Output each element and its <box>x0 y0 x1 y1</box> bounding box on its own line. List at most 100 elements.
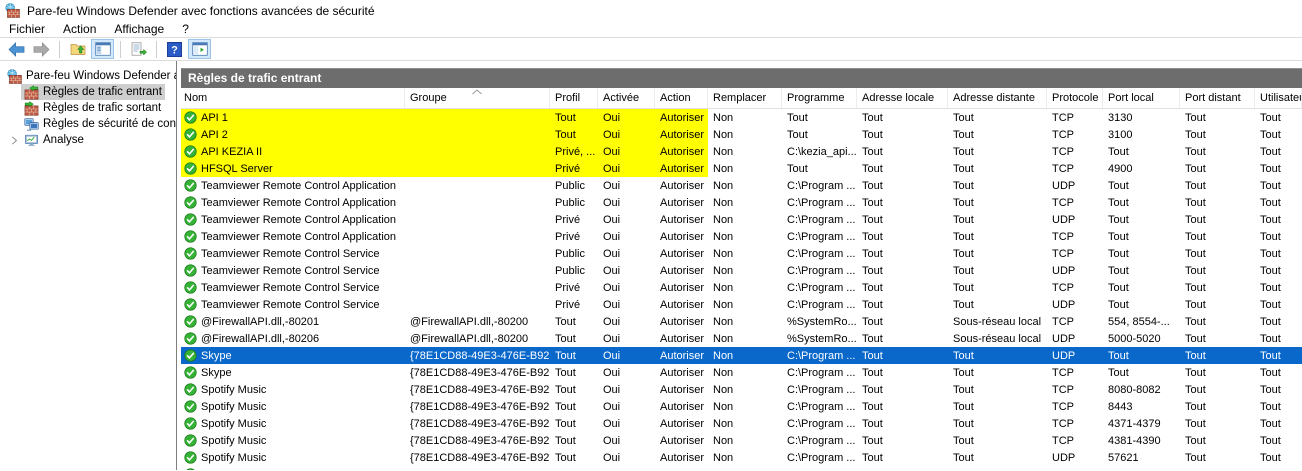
cell-remote_address: Tout <box>948 364 1047 381</box>
cell-action: Autoriser <box>655 449 708 466</box>
cell-local_port: Tout <box>1103 211 1180 228</box>
menu-item-affichage[interactable]: Affichage <box>105 22 173 38</box>
cell-users: Tout <box>1255 449 1302 466</box>
forward-button[interactable] <box>30 39 53 59</box>
cell-group <box>405 160 550 177</box>
column-header-local_address[interactable]: Adresse locale <box>857 88 948 108</box>
menu-item-fichier[interactable]: Fichier <box>0 22 54 38</box>
rule-name: Teamviewer Remote Control Service <box>201 299 380 311</box>
cell-remote_address: Tout <box>948 398 1047 415</box>
help-button[interactable]: ? <box>163 39 186 59</box>
cell-program: Tout <box>782 126 857 143</box>
cell-override: Non <box>708 296 782 313</box>
cell-local_port: 5000-5020 <box>1103 330 1180 347</box>
cell-local_port: 8080-8082 <box>1103 381 1180 398</box>
cell-override: Non <box>708 245 782 262</box>
table-row[interactable]: Spotify Music{78E1CD88-49E3-476E-B926-..… <box>181 466 1302 470</box>
table-row[interactable]: Skype{78E1CD88-49E3-476E-B926-...ToutOui… <box>181 364 1302 381</box>
column-header-action[interactable]: Action <box>655 88 708 108</box>
table-row[interactable]: API 2ToutOuiAutoriserNonToutToutToutTCP3… <box>181 126 1302 143</box>
column-header-enabled[interactable]: Activée <box>598 88 655 108</box>
back-button[interactable] <box>5 39 28 59</box>
cell-group: {78E1CD88-49E3-476E-B926-... <box>405 466 550 470</box>
cell-group: {78E1CD88-49E3-476E-B926-... <box>405 415 550 432</box>
cell-users: Tout <box>1255 330 1302 347</box>
cell-profile: Public <box>550 194 598 211</box>
cell-name: Teamviewer Remote Control Service <box>181 245 405 262</box>
cell-users: Tout <box>1255 466 1302 470</box>
table-row[interactable]: Teamviewer Remote Control ServicePublicO… <box>181 245 1302 262</box>
cell-enabled: Oui <box>598 262 655 279</box>
chevron-right-icon[interactable] <box>8 136 21 145</box>
export-list-button[interactable] <box>127 39 150 59</box>
check-icon <box>184 400 197 413</box>
cell-users: Tout <box>1255 415 1302 432</box>
table-row[interactable]: Spotify Music{78E1CD88-49E3-476E-B926-..… <box>181 381 1302 398</box>
cell-local_port: Tout <box>1103 228 1180 245</box>
cell-remote_address: Tout <box>948 415 1047 432</box>
column-header-name[interactable]: Nom <box>181 88 405 108</box>
column-header-profile[interactable]: Profil <box>550 88 598 108</box>
sidebar-item-r-gles-de-trafic-sortant[interactable]: Règles de trafic sortant <box>0 100 176 116</box>
column-header-remote_address[interactable]: Adresse distante <box>948 88 1047 108</box>
cell-enabled: Oui <box>598 449 655 466</box>
cell-program: %SystemRo... <box>782 313 857 330</box>
cell-local_address: Tout <box>857 347 948 364</box>
column-header-label: Programme <box>787 92 844 104</box>
table-row[interactable]: @FirewallAPI.dll,-80206@FirewallAPI.dll,… <box>181 330 1302 347</box>
sidebar-item-r-gles-de-s-curit-de-conne[interactable]: Règles de sécurité de conne <box>0 116 176 132</box>
table-row[interactable]: Spotify Music{78E1CD88-49E3-476E-B926-..… <box>181 449 1302 466</box>
column-header-local_port[interactable]: Port local <box>1103 88 1180 108</box>
sidebar-item-analyse[interactable]: Analyse <box>0 132 176 148</box>
check-icon <box>184 264 197 277</box>
toolbar: ? <box>0 38 1302 61</box>
firewall-icon <box>5 3 21 19</box>
cell-override: Non <box>708 160 782 177</box>
sidebar-item-r-gles-de-trafic-entrant[interactable]: Règles de trafic entrant <box>0 84 176 100</box>
table-row[interactable]: Teamviewer Remote Control ServicePrivéOu… <box>181 296 1302 313</box>
console-tree-toggle[interactable] <box>91 39 114 59</box>
tree-item-content: Règles de trafic sortant <box>21 100 164 116</box>
table-row[interactable]: API KEZIA IIPrivé, ...OuiAutoriserNonC:\… <box>181 143 1302 160</box>
table-row[interactable]: Teamviewer Remote Control ApplicationPri… <box>181 211 1302 228</box>
column-header-label: Port distant <box>1185 92 1241 104</box>
table-row[interactable]: Spotify Music{78E1CD88-49E3-476E-B926-..… <box>181 432 1302 449</box>
column-header-protocol[interactable]: Protocole <box>1047 88 1103 108</box>
rule-name: Teamviewer Remote Control Service <box>201 282 380 294</box>
sidebar-item-pare-feu-windows-defender-av[interactable]: Pare-feu Windows Defender av <box>0 68 176 84</box>
table-row[interactable]: Spotify Music {78E1CD88-49E3-476E-B926-..… <box>181 415 1302 432</box>
table-row[interactable]: Teamviewer Remote Control ServicePrivéOu… <box>181 279 1302 296</box>
rule-name: Spotify Music <box>201 418 266 430</box>
cell-local_address: Tout <box>857 109 948 126</box>
column-header-program[interactable]: Programme <box>782 88 857 108</box>
table-row[interactable]: API 1ToutOuiAutoriserNonToutToutToutTCP3… <box>181 109 1302 126</box>
column-header-group[interactable]: Groupe <box>405 88 550 108</box>
column-header-remote_port[interactable]: Port distant <box>1180 88 1255 108</box>
cell-override: Non <box>708 381 782 398</box>
cell-local_port: Tout <box>1103 194 1180 211</box>
check-icon <box>184 298 197 311</box>
table-row[interactable]: Spotify Music{78E1CD88-49E3-476E-B926-..… <box>181 398 1302 415</box>
table-row[interactable]: Teamviewer Remote Control ApplicationPub… <box>181 177 1302 194</box>
up-level-button[interactable] <box>66 39 89 59</box>
cell-protocol: UDP <box>1047 330 1103 347</box>
cell-local_port: 4381-4390 <box>1103 432 1180 449</box>
menu-item-action[interactable]: Action <box>54 22 105 38</box>
cell-program: C:\Program ... <box>782 415 857 432</box>
cell-users: Tout <box>1255 296 1302 313</box>
cell-group <box>405 126 550 143</box>
cell-protocol: TCP <box>1047 160 1103 177</box>
table-row[interactable]: @FirewallAPI.dll,-80201@FirewallAPI.dll,… <box>181 313 1302 330</box>
cell-remote_port: Tout <box>1180 466 1255 470</box>
table-row[interactable]: Teamviewer Remote Control ApplicationPub… <box>181 194 1302 211</box>
column-header-override[interactable]: Remplacer <box>708 88 782 108</box>
cell-override: Non <box>708 211 782 228</box>
column-header-users[interactable]: Utilisateurs <box>1255 88 1302 108</box>
table-row[interactable]: Teamviewer Remote Control ServicePublicO… <box>181 262 1302 279</box>
table-row[interactable]: Skype{78E1CD88-49E3-476E-B926-...ToutOui… <box>181 347 1302 364</box>
panel-title: Règles de trafic entrant <box>181 68 1302 88</box>
table-row[interactable]: HFSQL ServerPrivéOuiAutoriserNonToutTout… <box>181 160 1302 177</box>
table-row[interactable]: Teamviewer Remote Control ApplicationPri… <box>181 228 1302 245</box>
menu-item-help[interactable]: ? <box>173 22 198 38</box>
action-pane-toggle[interactable] <box>188 39 211 59</box>
